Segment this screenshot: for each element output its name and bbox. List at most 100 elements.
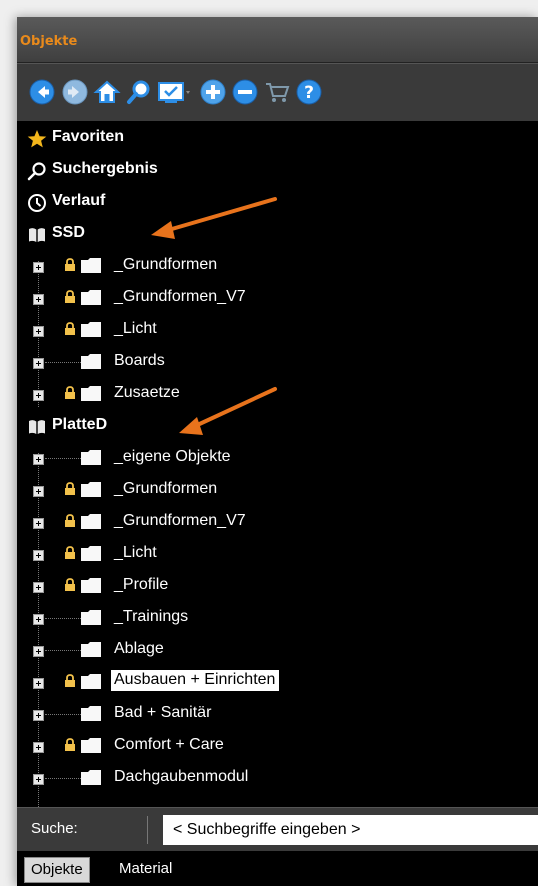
tree-item-label: Comfort + Care [114, 736, 224, 753]
back-icon[interactable] [28, 78, 56, 106]
display-icon[interactable] [157, 78, 191, 106]
folder-icon [81, 290, 101, 305]
tree-folder[interactable]: _eigene Objekte [17, 443, 538, 473]
panel-title: Objekte [20, 34, 78, 49]
annotation-arrow [179, 387, 277, 435]
help-icon[interactable]: ? [295, 78, 323, 106]
lock-icon [65, 482, 75, 495]
lock-icon [65, 738, 75, 751]
lock-icon [65, 322, 75, 335]
lock-icon [65, 514, 75, 527]
clock-icon [28, 194, 46, 212]
tab-objects[interactable]: Objekte [24, 857, 90, 883]
tree-item-label: Bad + Sanitär [114, 704, 212, 721]
tree-folder[interactable]: Bad + Sanitär [17, 699, 538, 729]
lock-icon [65, 258, 75, 271]
tree-item-label: _Profile [114, 576, 169, 593]
object-tree: Favoriten Suchergebnis Verlauf SSD _Grun… [17, 121, 538, 807]
expand-icon[interactable] [33, 326, 44, 337]
folder-icon [81, 322, 101, 337]
tree-folder[interactable]: _Licht [17, 315, 538, 345]
expand-icon[interactable] [33, 486, 44, 497]
folder-icon [81, 578, 101, 593]
tree-folder[interactable]: _Grundformen_V7 [17, 283, 538, 313]
toolbar: ? [17, 63, 538, 122]
tree-item-label: Dachgaubenmodul [114, 768, 249, 785]
star-icon [27, 130, 47, 148]
tree-connector [45, 650, 83, 651]
expand-icon[interactable] [33, 614, 44, 625]
tree-connector [45, 362, 83, 363]
lock-icon [65, 290, 75, 303]
expand-icon[interactable] [33, 646, 44, 657]
book-icon [29, 228, 45, 242]
forward-icon[interactable] [61, 78, 89, 106]
tree-folder[interactable]: Dachgaubenmodul [17, 763, 538, 793]
search-input[interactable] [163, 815, 538, 845]
expand-icon[interactable] [33, 262, 44, 273]
annotation-arrow [151, 197, 277, 239]
tree-item-label: _Grundformen [114, 256, 218, 273]
lock-icon [65, 546, 75, 559]
tree-folder[interactable]: _Profile [17, 571, 538, 601]
folder-icon [81, 738, 101, 753]
plus-icon[interactable] [199, 78, 227, 106]
tree-folder[interactable]: _Grundformen [17, 251, 538, 281]
expand-icon[interactable] [33, 518, 44, 529]
folder-icon [81, 674, 101, 689]
tree-folder[interactable]: Boards [17, 347, 538, 377]
divider [147, 816, 148, 844]
expand-icon[interactable] [33, 454, 44, 465]
search-icon[interactable] [125, 78, 153, 106]
folder-icon [81, 258, 101, 273]
expand-icon[interactable] [33, 390, 44, 401]
tree-folder-selected[interactable]: Ausbauen + Einrichten [17, 667, 538, 697]
cart-icon[interactable] [263, 78, 291, 106]
tree-item-favorites[interactable]: Favoriten [17, 123, 538, 153]
tree-folder[interactable]: _Trainings [17, 603, 538, 633]
magnifier-icon [27, 162, 46, 181]
folder-icon [81, 514, 101, 529]
tree-folder[interactable]: _Grundformen_V7 [17, 507, 538, 537]
expand-icon[interactable] [33, 710, 44, 721]
expand-icon[interactable] [33, 550, 44, 561]
folder-icon [81, 610, 101, 625]
tree-item-label: Verlauf [52, 192, 106, 209]
tree-item-label: _Grundformen_V7 [114, 512, 246, 529]
expand-icon[interactable] [33, 742, 44, 753]
folder-icon [81, 706, 101, 721]
tree-connector [45, 458, 83, 459]
folder-icon [81, 770, 101, 785]
expand-icon[interactable] [33, 294, 44, 305]
tree-folder[interactable]: _Grundformen [17, 475, 538, 505]
tree-item-label: _eigene Objekte [114, 448, 231, 465]
tree-item-label: Ausbauen + Einrichten [111, 670, 280, 691]
tree-item-label: _Licht [114, 544, 157, 561]
expand-icon[interactable] [33, 774, 44, 785]
tree-connector [45, 714, 83, 715]
expand-icon[interactable] [33, 582, 44, 593]
minus-icon[interactable] [231, 78, 259, 106]
search-label: Suche: [31, 820, 78, 837]
lock-icon [65, 674, 75, 687]
tree-item-search-results[interactable]: Suchergebnis [17, 155, 538, 185]
folder-icon [81, 354, 101, 369]
home-icon[interactable] [93, 78, 121, 106]
tab-bar: Objekte Material [17, 851, 538, 886]
tab-material[interactable]: Material [113, 857, 178, 881]
search-bar: Suche: [17, 807, 538, 852]
expand-icon[interactable] [33, 678, 44, 689]
tree-folder[interactable]: _Licht [17, 539, 538, 569]
lock-icon [65, 578, 75, 591]
title-bar: Objekte [17, 17, 538, 63]
folder-icon [81, 450, 101, 465]
folder-icon [81, 642, 101, 657]
tree-item-label: Ablage [114, 640, 164, 657]
tree-folder[interactable]: Ablage [17, 635, 538, 665]
expand-icon[interactable] [33, 358, 44, 369]
tree-item-label: _Trainings [114, 608, 189, 625]
lock-icon [65, 386, 75, 399]
tree-folder[interactable]: Comfort + Care [17, 731, 538, 761]
tree-item-label: SSD [52, 224, 85, 241]
folder-icon [81, 546, 101, 561]
